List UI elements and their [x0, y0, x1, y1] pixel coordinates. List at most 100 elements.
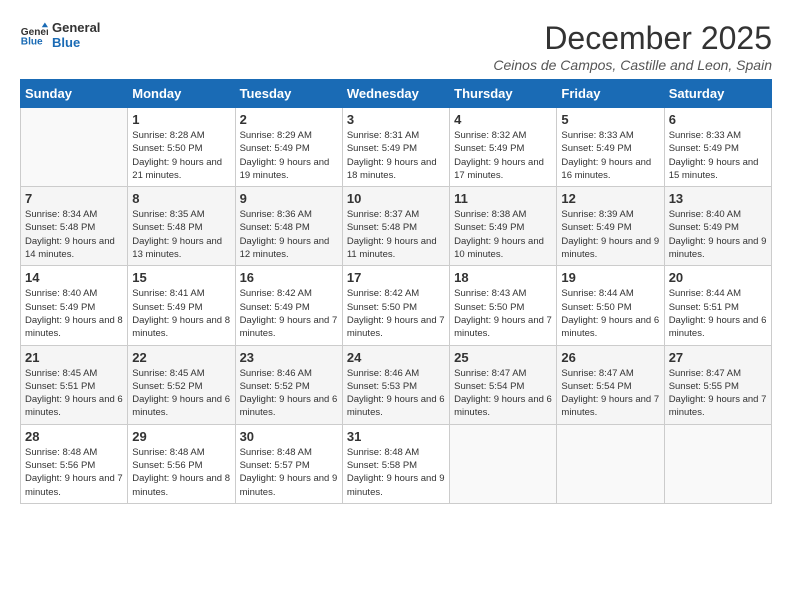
month-title: December 2025: [493, 20, 772, 57]
day-number: 30: [240, 429, 338, 444]
day-info: Sunrise: 8:28 AM Sunset: 5:50 PM Dayligh…: [132, 129, 230, 182]
calendar-cell: [557, 424, 664, 503]
day-info: Sunrise: 8:34 AM Sunset: 5:48 PM Dayligh…: [25, 208, 123, 261]
calendar-cell: 16 Sunrise: 8:42 AM Sunset: 5:49 PM Dayli…: [235, 266, 342, 345]
svg-text:Blue: Blue: [21, 36, 43, 47]
day-info: Sunrise: 8:42 AM Sunset: 5:50 PM Dayligh…: [347, 287, 445, 340]
day-number: 10: [347, 191, 445, 206]
day-info: Sunrise: 8:47 AM Sunset: 5:54 PM Dayligh…: [561, 367, 659, 420]
day-info: Sunrise: 8:33 AM Sunset: 5:49 PM Dayligh…: [561, 129, 659, 182]
day-info: Sunrise: 8:48 AM Sunset: 5:56 PM Dayligh…: [25, 446, 123, 499]
day-info: Sunrise: 8:48 AM Sunset: 5:57 PM Dayligh…: [240, 446, 338, 499]
day-number: 6: [669, 112, 767, 127]
day-number: 24: [347, 350, 445, 365]
calendar-cell: 14 Sunrise: 8:40 AM Sunset: 5:49 PM Dayli…: [21, 266, 128, 345]
calendar-cell: 8 Sunrise: 8:35 AM Sunset: 5:48 PM Daylig…: [128, 187, 235, 266]
day-number: 28: [25, 429, 123, 444]
calendar-cell: 28 Sunrise: 8:48 AM Sunset: 5:56 PM Dayli…: [21, 424, 128, 503]
day-number: 27: [669, 350, 767, 365]
calendar-cell: [664, 424, 771, 503]
logo-text-blue: Blue: [52, 35, 100, 50]
day-number: 13: [669, 191, 767, 206]
day-info: Sunrise: 8:35 AM Sunset: 5:48 PM Dayligh…: [132, 208, 230, 261]
day-info: Sunrise: 8:40 AM Sunset: 5:49 PM Dayligh…: [669, 208, 767, 261]
calendar-cell: 26 Sunrise: 8:47 AM Sunset: 5:54 PM Dayli…: [557, 345, 664, 424]
day-info: Sunrise: 8:47 AM Sunset: 5:55 PM Dayligh…: [669, 367, 767, 420]
calendar-cell: 6 Sunrise: 8:33 AM Sunset: 5:49 PM Daylig…: [664, 108, 771, 187]
day-number: 25: [454, 350, 552, 365]
day-number: 8: [132, 191, 230, 206]
calendar-cell: 7 Sunrise: 8:34 AM Sunset: 5:48 PM Daylig…: [21, 187, 128, 266]
day-number: 31: [347, 429, 445, 444]
calendar-cell: 9 Sunrise: 8:36 AM Sunset: 5:48 PM Daylig…: [235, 187, 342, 266]
day-number: 15: [132, 270, 230, 285]
day-info: Sunrise: 8:45 AM Sunset: 5:51 PM Dayligh…: [25, 367, 123, 420]
calendar-week-3: 14 Sunrise: 8:40 AM Sunset: 5:49 PM Dayli…: [21, 266, 772, 345]
calendar-week-5: 28 Sunrise: 8:48 AM Sunset: 5:56 PM Dayli…: [21, 424, 772, 503]
calendar-cell: 18 Sunrise: 8:43 AM Sunset: 5:50 PM Dayli…: [450, 266, 557, 345]
day-number: 9: [240, 191, 338, 206]
day-number: 22: [132, 350, 230, 365]
day-info: Sunrise: 8:29 AM Sunset: 5:49 PM Dayligh…: [240, 129, 338, 182]
day-info: Sunrise: 8:37 AM Sunset: 5:48 PM Dayligh…: [347, 208, 445, 261]
calendar-week-4: 21 Sunrise: 8:45 AM Sunset: 5:51 PM Dayli…: [21, 345, 772, 424]
calendar-cell: 3Sunrise: 8:31 AM Sunset: 5:49 PM Daylig…: [342, 108, 449, 187]
calendar-cell: 21 Sunrise: 8:45 AM Sunset: 5:51 PM Dayli…: [21, 345, 128, 424]
day-number: 29: [132, 429, 230, 444]
day-number: 23: [240, 350, 338, 365]
day-number: 21: [25, 350, 123, 365]
calendar-cell: 22 Sunrise: 8:45 AM Sunset: 5:52 PM Dayli…: [128, 345, 235, 424]
day-info: Sunrise: 8:43 AM Sunset: 5:50 PM Dayligh…: [454, 287, 552, 340]
calendar-cell: 4Sunrise: 8:32 AM Sunset: 5:49 PM Daylig…: [450, 108, 557, 187]
calendar-cell: [450, 424, 557, 503]
day-info: Sunrise: 8:36 AM Sunset: 5:48 PM Dayligh…: [240, 208, 338, 261]
calendar-body: 1Sunrise: 8:28 AM Sunset: 5:50 PM Daylig…: [21, 108, 772, 504]
calendar-cell: [21, 108, 128, 187]
calendar-cell: 24Sunrise: 8:46 AM Sunset: 5:53 PM Dayli…: [342, 345, 449, 424]
calendar-cell: 27 Sunrise: 8:47 AM Sunset: 5:55 PM Dayli…: [664, 345, 771, 424]
day-info: Sunrise: 8:38 AM Sunset: 5:49 PM Dayligh…: [454, 208, 552, 261]
header-friday: Friday: [557, 80, 664, 108]
logo: General Blue General Blue: [20, 20, 100, 50]
calendar-cell: 23Sunrise: 8:46 AM Sunset: 5:52 PM Dayli…: [235, 345, 342, 424]
calendar-cell: 29 Sunrise: 8:48 AM Sunset: 5:56 PM Dayli…: [128, 424, 235, 503]
day-number: 26: [561, 350, 659, 365]
day-number: 14: [25, 270, 123, 285]
page-header: General Blue General Blue December 2025 …: [20, 20, 772, 73]
day-info: Sunrise: 8:48 AM Sunset: 5:56 PM Dayligh…: [132, 446, 230, 499]
calendar-cell: 10 Sunrise: 8:37 AM Sunset: 5:48 PM Dayli…: [342, 187, 449, 266]
calendar-week-2: 7 Sunrise: 8:34 AM Sunset: 5:48 PM Daylig…: [21, 187, 772, 266]
calendar-cell: 1Sunrise: 8:28 AM Sunset: 5:50 PM Daylig…: [128, 108, 235, 187]
day-info: Sunrise: 8:47 AM Sunset: 5:54 PM Dayligh…: [454, 367, 552, 420]
logo-icon: General Blue: [20, 21, 48, 49]
day-number: 18: [454, 270, 552, 285]
calendar-cell: 31 Sunrise: 8:48 AM Sunset: 5:58 PM Dayli…: [342, 424, 449, 503]
day-info: Sunrise: 8:40 AM Sunset: 5:49 PM Dayligh…: [25, 287, 123, 340]
day-number: 3: [347, 112, 445, 127]
day-info: Sunrise: 8:48 AM Sunset: 5:58 PM Dayligh…: [347, 446, 445, 499]
calendar-cell: 17Sunrise: 8:42 AM Sunset: 5:50 PM Dayli…: [342, 266, 449, 345]
header-wednesday: Wednesday: [342, 80, 449, 108]
day-info: Sunrise: 8:42 AM Sunset: 5:49 PM Dayligh…: [240, 287, 338, 340]
header-sunday: Sunday: [21, 80, 128, 108]
day-info: Sunrise: 8:33 AM Sunset: 5:49 PM Dayligh…: [669, 129, 767, 182]
calendar-week-1: 1Sunrise: 8:28 AM Sunset: 5:50 PM Daylig…: [21, 108, 772, 187]
title-area: December 2025 Ceinos de Campos, Castille…: [493, 20, 772, 73]
day-info: Sunrise: 8:44 AM Sunset: 5:50 PM Dayligh…: [561, 287, 659, 340]
header-tuesday: Tuesday: [235, 80, 342, 108]
calendar-cell: 30 Sunrise: 8:48 AM Sunset: 5:57 PM Dayli…: [235, 424, 342, 503]
calendar-cell: 12 Sunrise: 8:39 AM Sunset: 5:49 PM Dayli…: [557, 187, 664, 266]
calendar-cell: 13 Sunrise: 8:40 AM Sunset: 5:49 PM Dayli…: [664, 187, 771, 266]
day-info: Sunrise: 8:39 AM Sunset: 5:49 PM Dayligh…: [561, 208, 659, 261]
day-number: 12: [561, 191, 659, 206]
day-info: Sunrise: 8:45 AM Sunset: 5:52 PM Dayligh…: [132, 367, 230, 420]
logo-text-general: General: [52, 20, 100, 35]
calendar-cell: 19Sunrise: 8:44 AM Sunset: 5:50 PM Dayli…: [557, 266, 664, 345]
day-number: 7: [25, 191, 123, 206]
day-number: 11: [454, 191, 552, 206]
day-number: 16: [240, 270, 338, 285]
day-number: 4: [454, 112, 552, 127]
day-info: Sunrise: 8:44 AM Sunset: 5:51 PM Dayligh…: [669, 287, 767, 340]
day-info: Sunrise: 8:41 AM Sunset: 5:49 PM Dayligh…: [132, 287, 230, 340]
location-subtitle: Ceinos de Campos, Castille and Leon, Spa…: [493, 57, 772, 73]
